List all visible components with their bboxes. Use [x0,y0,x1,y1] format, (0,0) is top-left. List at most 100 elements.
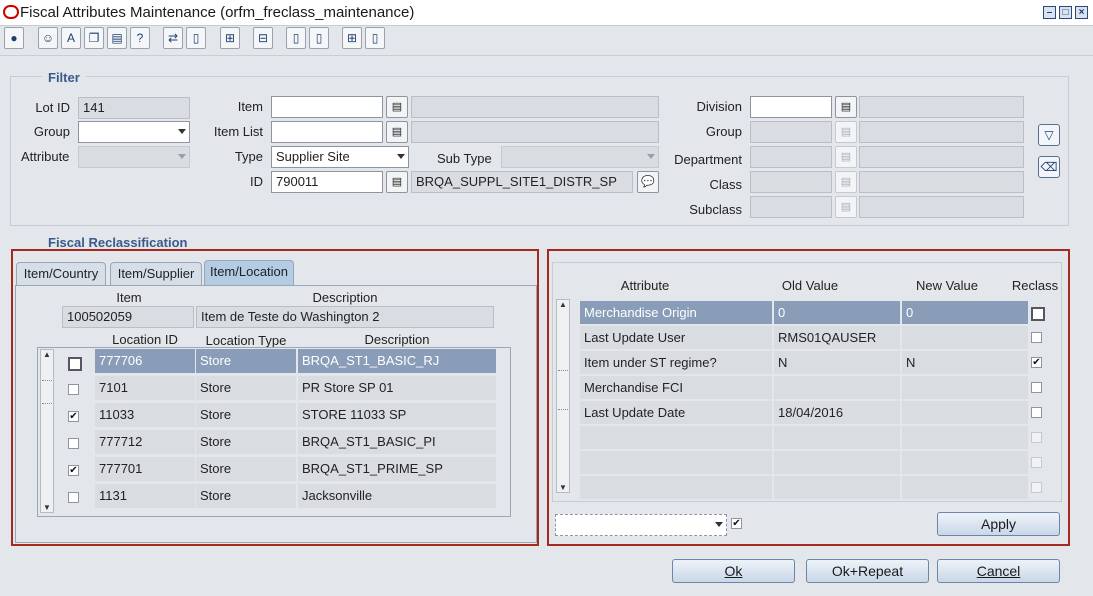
subclass-lov-button[interactable]: ▤ [835,196,857,218]
new-document-icon[interactable]: ▯ [286,27,306,49]
attribute-cell[interactable]: Merchandise FCI [580,376,772,399]
location-description-cell[interactable]: STORE 11033 SP [298,403,496,427]
help-icon[interactable]: ? [130,27,150,49]
attribute-cell[interactable]: Merchandise Origin [580,301,772,324]
print-icon[interactable]: ▤ [107,27,127,49]
scroll-down-icon[interactable]: ▼ [41,503,53,512]
reclass-checkbox[interactable] [1031,482,1042,493]
copy-icon[interactable]: ❐ [84,27,104,49]
ok-button[interactable]: Ok [672,559,795,583]
comment-button[interactable]: 💬 [637,171,659,193]
class-field[interactable] [750,171,832,193]
filter-button[interactable]: ▽ [1038,124,1060,146]
new-record-icon[interactable]: ▯ [186,27,206,49]
new-document-2-icon[interactable]: ▯ [309,27,329,49]
class-lov-button[interactable]: ▤ [835,171,857,193]
location-checkbox[interactable] [68,357,82,371]
reclass-checkbox[interactable] [1031,307,1045,321]
new-value-cell[interactable]: N [902,351,1028,374]
tab-item-country[interactable]: Item/Country [16,262,106,286]
ok-repeat-button[interactable]: Ok+Repeat [806,559,929,583]
location-description-cell[interactable]: BRQA_ST1_PRIME_SP [298,457,496,481]
location-description-cell[interactable]: Jacksonville [298,484,496,508]
item-list-field[interactable] [271,121,383,143]
reclass-checkbox[interactable] [1031,382,1042,393]
smile-icon[interactable]: ☺ [38,27,58,49]
reclass-checkbox[interactable] [1031,457,1042,468]
location-id-cell[interactable]: 7101 [95,376,195,400]
old-value-cell[interactable]: RMS01QAUSER [774,326,900,349]
tree-collapse-icon[interactable]: ⊟ [253,27,273,49]
type-select[interactable]: Supplier Site [271,146,409,168]
navigate-icon[interactable]: ⇄ [163,27,183,49]
cancel-button[interactable]: Cancel [937,559,1060,583]
location-type-cell[interactable]: Store [196,403,296,427]
apply-button[interactable]: Apply [937,512,1060,536]
new-value-cell[interactable] [902,476,1028,499]
subclass-field[interactable] [750,196,832,218]
department-lov-button[interactable]: ▤ [835,146,857,168]
scroll-down-icon[interactable]: ▼ [557,483,569,492]
old-value-cell[interactable] [774,451,900,474]
division-lov-button[interactable]: ▤ [835,96,857,118]
location-id-cell[interactable]: 777706 [95,349,195,373]
merch-group-lov-button[interactable]: ▤ [835,121,857,143]
scroll-up-icon[interactable]: ▲ [557,300,569,309]
id-field[interactable]: 790011 [271,171,383,193]
id-lov-button[interactable]: ▤ [386,171,408,193]
location-scrollbar[interactable]: ▲ ▼ [40,349,54,513]
scroll-thumb[interactable] [558,370,568,410]
old-value-cell[interactable]: 0 [774,301,900,324]
location-checkbox[interactable]: ✔ [68,411,79,422]
bottom-select[interactable] [555,514,727,536]
location-id-cell[interactable]: 11033 [95,403,195,427]
new-value-cell[interactable] [902,376,1028,399]
tab-item-supplier[interactable]: Item/Supplier [110,262,202,286]
maximize-icon[interactable]: □ [1059,6,1072,19]
old-value-cell[interactable]: 18/04/2016 [774,401,900,424]
location-type-cell[interactable]: Store [196,484,296,508]
tree-expand-icon[interactable]: ⊞ [220,27,240,49]
old-value-cell[interactable] [774,476,900,499]
merch-group-field[interactable] [750,121,832,143]
location-description-cell[interactable]: BRQA_ST1_BASIC_RJ [298,349,496,373]
item-list-lov-button[interactable]: ▤ [386,121,408,143]
spellcheck-icon[interactable]: A [61,27,81,49]
reclass-checkbox[interactable] [1031,332,1042,343]
location-checkbox[interactable]: ✔ [68,465,79,476]
reclass-checkbox[interactable] [1031,432,1042,443]
location-type-cell[interactable]: Store [196,457,296,481]
scroll-up-icon[interactable]: ▲ [41,350,53,359]
location-description-cell[interactable]: PR Store SP 01 [298,376,496,400]
group-select[interactable] [78,121,190,143]
globe-icon[interactable]: ● [4,27,24,49]
attribute-cell[interactable]: Last Update Date [580,401,772,424]
tab-item-location[interactable]: Item/Location [204,260,294,286]
attributes-scrollbar[interactable]: ▲ ▼ [556,299,570,493]
location-id-cell[interactable]: 777712 [95,430,195,454]
clear-filter-button[interactable]: ⌫ [1038,156,1060,178]
division-field[interactable] [750,96,832,118]
reclass-checkbox[interactable] [1031,407,1042,418]
bottom-checkbox[interactable]: ✔ [731,518,742,529]
location-type-cell[interactable]: Store [196,349,296,373]
document-icon[interactable]: ▯ [365,27,385,49]
location-id-cell[interactable]: 1131 [95,484,195,508]
scroll-thumb[interactable] [42,380,52,404]
new-value-cell[interactable] [902,451,1028,474]
item-field[interactable] [271,96,383,118]
attribute-cell[interactable]: Item under ST regime? [580,351,772,374]
minimize-icon[interactable]: – [1043,6,1056,19]
new-value-cell[interactable] [902,401,1028,424]
old-value-cell[interactable] [774,426,900,449]
location-id-cell[interactable]: 777701 [95,457,195,481]
department-field[interactable] [750,146,832,168]
attribute-cell[interactable] [580,476,772,499]
location-checkbox[interactable] [68,384,79,395]
new-value-cell[interactable] [902,426,1028,449]
tree-icon[interactable]: ⊞ [342,27,362,49]
attribute-cell[interactable]: Last Update User [580,326,772,349]
reclass-checkbox[interactable]: ✔ [1031,357,1042,368]
attribute-select[interactable] [78,146,190,168]
item-lov-button[interactable]: ▤ [386,96,408,118]
